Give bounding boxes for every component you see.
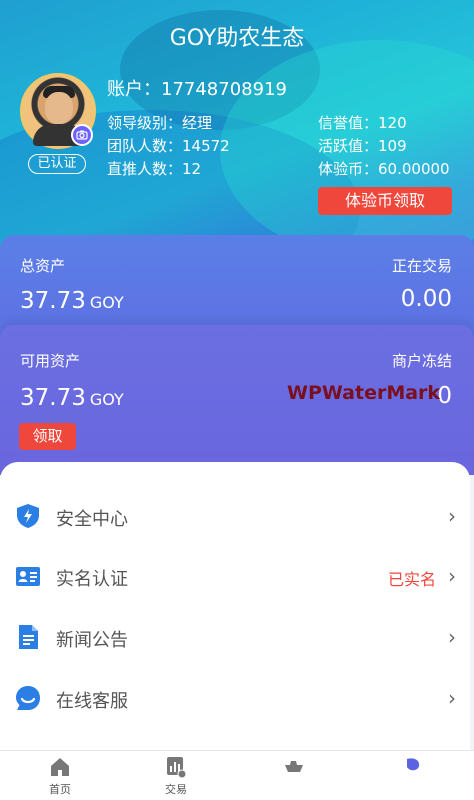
menu-item-realname[interactable]: 实名认证 已实名 ›	[0, 546, 470, 606]
home-icon	[51, 758, 69, 776]
document-icon	[19, 625, 38, 649]
menu-item-news-label: 新闻公告	[56, 630, 128, 651]
tab-trade-label: 交易	[165, 783, 187, 796]
id-card-icon	[16, 567, 40, 586]
tab-home-label: 首页	[49, 783, 71, 796]
chart-icon	[167, 757, 187, 779]
activity-value: 活跃值：109	[318, 137, 407, 155]
team-count: 团队人数：14572	[107, 137, 230, 155]
account-number: 账户：17748708919	[107, 79, 287, 100]
chat-bubble-icon	[16, 686, 40, 710]
profile-icon	[407, 758, 420, 771]
menu-item-news[interactable]: 新闻公告 ›	[0, 607, 470, 667]
available-assets-unit: GOY	[89, 390, 124, 409]
total-assets-unit: GOY	[89, 293, 124, 312]
chevron-right-icon: ›	[448, 625, 456, 649]
menu-item-security[interactable]: 安全中心 ›	[0, 486, 470, 546]
watermark-text: WPWaterMark	[287, 382, 441, 404]
menu-item-support-label: 在线客服	[56, 691, 128, 712]
frozen-label: 商户冻结	[391, 352, 452, 370]
page-title: GOY助农生态	[169, 26, 305, 51]
bottom-tab-bar: 首页 交易	[0, 750, 474, 800]
tab-trade[interactable]: 交易	[146, 755, 206, 797]
exp-coin: 体验币：60.00000	[318, 160, 450, 178]
credit-value: 信誉值：120	[318, 114, 407, 132]
available-assets-amount: 37.73	[20, 385, 86, 411]
claim-exp-coin-button[interactable]: 体验币领取	[318, 187, 452, 215]
available-assets-value: 37.73 GOY	[20, 385, 124, 411]
tab-boat[interactable]	[264, 755, 324, 781]
tab-profile[interactable]	[382, 755, 442, 781]
tab-home[interactable]: 首页	[30, 755, 90, 797]
chevron-right-icon: ›	[448, 686, 456, 710]
chevron-right-icon: ›	[448, 564, 456, 588]
menu-item-realname-label: 实名认证	[56, 569, 128, 590]
trading-value: 0.00	[400, 286, 452, 312]
verified-badge: 已认证	[28, 154, 86, 174]
chevron-right-icon: ›	[448, 504, 456, 528]
total-assets-amount: 37.73	[20, 288, 86, 314]
shield-bolt-icon	[17, 504, 39, 528]
trading-label: 正在交易	[391, 257, 452, 275]
total-assets-value: 37.73 GOY	[20, 288, 124, 314]
claim-button[interactable]: 领取	[19, 423, 76, 450]
camera-icon[interactable]	[71, 124, 93, 146]
menu-item-security-label: 安全中心	[56, 509, 128, 530]
menu-list: 安全中心 › 实名认证 已实名 › 新闻公告 › 在线客服 ›	[0, 462, 470, 754]
menu-item-support[interactable]: 在线客服 ›	[0, 668, 470, 728]
boat-icon	[285, 761, 303, 772]
realname-status: 已实名	[387, 570, 436, 589]
direct-count: 直推人数：12	[107, 160, 202, 178]
available-assets-label: 可用资产	[20, 352, 81, 370]
total-assets-label: 总资产	[20, 257, 66, 275]
leader-level: 领导级别：经理	[107, 114, 213, 132]
